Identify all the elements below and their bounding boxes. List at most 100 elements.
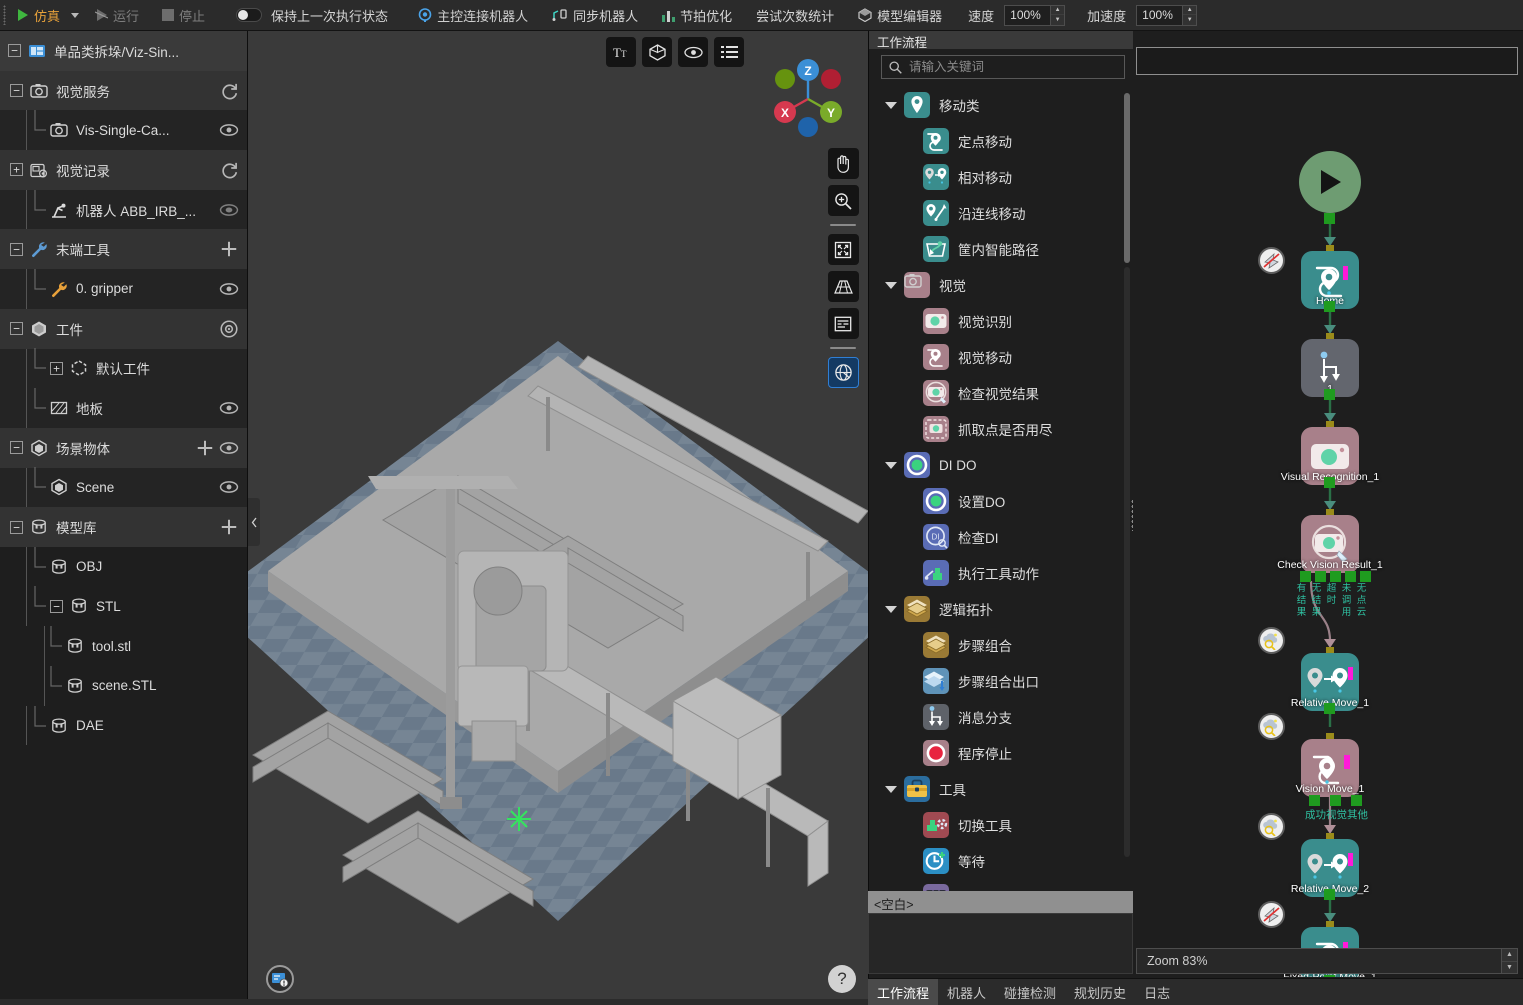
tree-item-11[interactable]: Scene (0, 468, 247, 508)
tree-expander-8[interactable]: + (50, 362, 63, 375)
tree-expander-14[interactable]: − (50, 600, 63, 613)
workflow-group-移动类[interactable]: 移动类 (881, 87, 1124, 123)
tree-item-6[interactable]: 0. gripper (0, 269, 247, 309)
chevron-down-icon[interactable] (885, 786, 897, 793)
workflow-step-筐内智能路径[interactable]: 筐内智能路径 (881, 231, 1124, 267)
tree-expander-5[interactable]: − (10, 243, 23, 256)
tree-item-12[interactable]: −模型库 (0, 507, 247, 547)
workflow-scrollbar-track[interactable] (1124, 267, 1130, 857)
tree-expander-1[interactable]: − (10, 84, 23, 97)
flow-node-vision-move-1[interactable]: Vision Move_1 (1301, 739, 1359, 797)
workflow-step-步骤组合[interactable]: 步骤组合 (881, 627, 1124, 663)
cycle-optimization-button[interactable]: 节拍优化 (655, 2, 739, 29)
bottom-tab-2[interactable]: 碰撞检测 (995, 979, 1065, 1005)
flow-node-start[interactable] (1299, 151, 1361, 213)
run-button[interactable]: 运行 (88, 2, 146, 29)
port-out-fixedmove1[interactable] (1324, 975, 1335, 977)
cube-icon[interactable] (642, 37, 672, 67)
globe-icon[interactable] (828, 357, 859, 388)
port-out-relmove2[interactable] (1324, 889, 1335, 900)
workflow-step-执行工具动作[interactable]: 执行工具动作 (881, 555, 1124, 591)
gizmo-minus-x[interactable] (821, 69, 841, 89)
keep-last-state-toggle[interactable]: 保持上一次执行状态 (229, 2, 395, 29)
tree-item-3[interactable]: +视觉记录 (0, 150, 247, 190)
zoom-spinner[interactable]: ▲ ▼ (1501, 949, 1517, 973)
tree-expander-0[interactable]: − (8, 44, 21, 57)
tree-item-7[interactable]: −工件 (0, 309, 247, 349)
chevron-down-icon[interactable] (885, 282, 897, 289)
workflow-step-步骤组合出口[interactable]: 步骤组合出口 (881, 663, 1124, 699)
refresh-icon[interactable] (219, 81, 239, 101)
bottom-tab-3[interactable]: 规划历史 (1065, 979, 1135, 1005)
workflow-step-等待[interactable]: 等待 (881, 843, 1124, 879)
port-out-checkvis-2[interactable] (1330, 571, 1341, 582)
plus-icon[interactable] (219, 239, 239, 259)
badge-vision-search-icon-3[interactable] (1258, 813, 1285, 840)
toolbar-drag-handle[interactable] (0, 0, 9, 31)
plus-icon[interactable] (219, 517, 239, 537)
zoom-down-arrow[interactable]: ▼ (1502, 962, 1517, 974)
perspective-icon[interactable] (828, 271, 859, 302)
eye-icon[interactable] (219, 120, 239, 140)
pan-hand-icon[interactable] (828, 148, 859, 179)
port-out-branch[interactable] (1324, 389, 1335, 400)
tree-item-8[interactable]: +默认工件 (0, 349, 247, 389)
speed-input[interactable] (1005, 6, 1050, 25)
speed-down-arrow[interactable]: ▼ (1051, 15, 1064, 25)
tree-item-1[interactable]: −视觉服务 (0, 71, 247, 111)
port-out-checkvis-4[interactable] (1360, 571, 1371, 582)
chevron-down-icon[interactable] (885, 606, 897, 613)
port-out-visrec[interactable] (1324, 477, 1335, 488)
tree-item-15[interactable]: tool.stl (0, 626, 247, 666)
simulate-dropdown-caret[interactable] (71, 13, 79, 18)
speed-up-arrow[interactable]: ▲ (1051, 6, 1064, 16)
workflow-step-定点移动[interactable]: 定点移动 (881, 123, 1124, 159)
target-icon[interactable] (219, 319, 239, 339)
tree-item-2[interactable]: Vis-Single-Ca... (0, 110, 247, 150)
workflow-scrollbar-thumb[interactable] (1124, 93, 1130, 263)
flowchart-canvas[interactable]: Home 1 (1133, 79, 1523, 977)
simulate-button[interactable]: 仿真 (9, 2, 67, 29)
tree-item-13[interactable]: OBJ (0, 547, 247, 587)
workflow-step-检查DI[interactable]: DI检查DI (881, 519, 1124, 555)
gizmo-minus-y[interactable] (775, 69, 795, 89)
tree-item-10[interactable]: −场景物体 (0, 428, 247, 468)
tree-expander-12[interactable]: − (10, 521, 23, 534)
viewport-info-icon[interactable] (266, 965, 294, 993)
gizmo-minus-z[interactable] (798, 117, 818, 137)
workflow-step-沿连线移动[interactable]: 沿连线移动 (881, 195, 1124, 231)
tree-expander-7[interactable]: − (10, 322, 23, 335)
help-button[interactable]: ? (828, 965, 856, 993)
port-out-vismove-2[interactable] (1351, 795, 1362, 806)
master-connect-robot-button[interactable]: 主控连接机器人 (411, 2, 535, 29)
try-count-stats-button[interactable]: 尝试次数统计 (749, 2, 841, 29)
speed-spinner[interactable]: ▲▼ (1050, 6, 1064, 25)
axis-gizmo[interactable]: Z X Y (758, 49, 858, 149)
port-out-checkvis-0[interactable] (1300, 571, 1311, 582)
port-out-relmove1[interactable] (1324, 703, 1335, 714)
workflow-step-消息分支[interactable]: 消息分支 (881, 699, 1124, 735)
workflow-step-设置DO[interactable]: 设置DO (881, 483, 1124, 519)
tree-expander-3[interactable]: + (10, 163, 23, 176)
flow-node-check-vision-result[interactable]: Check Vision Result_1 (1301, 515, 1359, 573)
tree-item-0[interactable]: −单品类拆垛/Viz-Sin... (0, 31, 247, 71)
chevron-down-icon[interactable] (885, 462, 897, 469)
workflow-step-相对移动[interactable]: 相对移动 (881, 159, 1124, 195)
stop-button[interactable]: 停止 (155, 2, 212, 29)
tree-item-16[interactable]: scene.STL (0, 666, 247, 706)
bottom-tab-1[interactable]: 机器人 (938, 979, 995, 1005)
workflow-step-程序停止[interactable]: 程序停止 (881, 735, 1124, 771)
tree-item-14[interactable]: −STL (0, 587, 247, 627)
tree-item-4[interactable]: 机器人 ABB_IRB_... (0, 190, 247, 230)
badge-no-collision-icon-2[interactable] (1258, 901, 1285, 928)
flowchart-breadcrumb-bar[interactable] (1136, 47, 1518, 75)
tree-expander-10[interactable]: − (10, 441, 23, 454)
eye-icon[interactable] (219, 477, 239, 497)
3d-viewport[interactable]: TT Z X Y (248, 31, 868, 1005)
workflow-step-视觉识别[interactable]: 视觉识别 (881, 303, 1124, 339)
port-out-home[interactable] (1324, 301, 1335, 312)
workflow-step-抓取点是否用尽[interactable]: 抓取点是否用尽 (881, 411, 1124, 447)
workflow-step-list[interactable]: 移动类定点移动相对移动沿连线移动筐内智能路径视觉视觉识别视觉移动检查视觉结果抓取… (881, 87, 1124, 917)
fit-screen-icon[interactable] (828, 234, 859, 265)
badge-no-collision-icon[interactable] (1258, 247, 1285, 274)
